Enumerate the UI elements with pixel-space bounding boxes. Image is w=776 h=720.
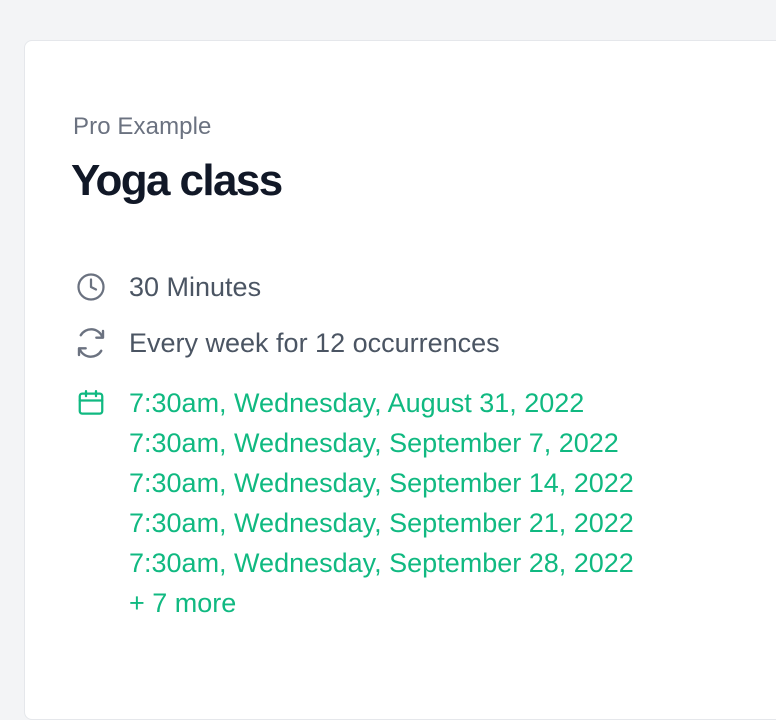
date-list: 7:30am, Wednesday, August 31, 2022 7:30a… [129,387,634,623]
date-item: 7:30am, Wednesday, September 7, 2022 [129,428,619,458]
event-card: Pro Example Yoga class 30 Minutes Every … [24,40,776,720]
show-more-dates-link[interactable]: + 7 more [129,583,634,623]
date-item: 7:30am, Wednesday, August 31, 2022 [129,388,585,418]
date-item: 7:30am, Wednesday, September 28, 2022 [129,548,634,578]
event-title: Yoga class [71,156,283,205]
date-item: 7:30am, Wednesday, September 14, 2022 [129,468,634,498]
clock-icon [75,271,107,303]
organizer-name: Pro Example [73,113,212,140]
dates-row: 7:30am, Wednesday, August 31, 2022 7:30a… [75,387,634,623]
recurrence-row: Every week for 12 occurrences [75,327,500,359]
recurrence-text: Every week for 12 occurrences [129,328,500,358]
refresh-icon [75,327,107,359]
date-item: 7:30am, Wednesday, September 21, 2022 [129,508,634,538]
duration-text: 30 Minutes [129,272,262,302]
calendar-icon [75,387,107,419]
duration-row: 30 Minutes [75,271,261,303]
